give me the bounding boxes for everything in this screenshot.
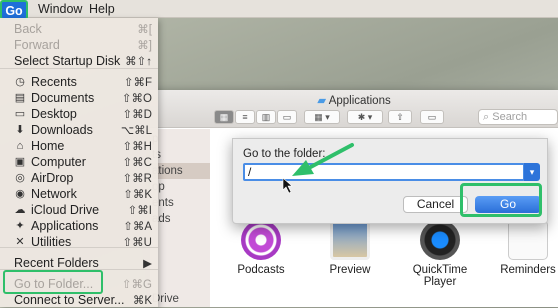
menu-item-label: Back [14,22,42,36]
go-menu-dropdown: Back ⌘[ Forward ⌘] Select Startup Disk ⌘⇧↑ ◷ Re… [0,18,158,307]
menu-item-connect-to-server[interactable]: Connect to Server... ⌘K [0,292,158,308]
menu-item-shortcut: ⌘[ [137,24,152,36]
airdrop-icon: ◎ [15,172,25,184]
menu-item-shortcut: ⇧⌘D [122,109,152,121]
go-to-folder-highlight [3,270,103,294]
menu-item-label: iCloud Drive [31,203,100,217]
menu-item-home[interactable]: ⌂ Home ⇧⌘H [0,138,158,154]
menu-item-shortcut: ⇧⌘U [122,237,152,249]
menu-item-shortcut: ⇧⌘G [121,279,152,291]
menu-item-applications[interactable]: ✦ Applications ⇧⌘A [0,218,158,234]
document-icon: ▤ [14,92,26,104]
menu-item-shortcut: ⇧⌘A [123,221,152,233]
computer-icon: ▣ [14,156,26,168]
menu-item-label: Recent Folders [14,256,99,270]
menu-item-select-startup-disk[interactable]: Select Startup Disk ⌘⇧↑ [0,53,158,69]
menu-item-recent-folders[interactable]: Recent Folders ▶ [0,255,158,271]
menu-item-label: Applications [31,219,99,233]
menu-item-shortcut: ▶ [143,258,152,270]
menu-item-label: Utilities [31,235,72,249]
menu-item-forward[interactable]: Forward ⌘] [0,37,158,53]
menu-item-computer[interactable]: ▣ Computer ⇧⌘C [0,154,158,170]
menu-item-shortcut: ⌘⇧↑ [125,56,152,68]
home-icon: ⌂ [16,140,24,152]
menu-item-shortcut: ⇧⌘R [122,173,152,185]
menu-item-label: AirDrop [31,171,74,185]
menu-item-label: Network [31,187,77,201]
menu-item-shortcut: ⇧⌘F [123,77,152,89]
download-icon: ⬇ [15,124,25,136]
menu-item-label: Computer [31,155,86,169]
cursor-icon [282,177,293,194]
menu-item-shortcut: ⇧⌘K [123,189,152,201]
menu-item-airdrop[interactable]: ◎ AirDrop ⇧⌘R [0,170,158,186]
menu-item-shortcut: ⇧⌘O [121,93,152,105]
menu-item-recents[interactable]: ◷ Recents ⇧⌘F [0,74,158,90]
menu-item-shortcut: ⌥⌘L [120,125,152,137]
menu-item-desktop[interactable]: ▭ Desktop ⇧⌘D [0,106,158,122]
utilities-icon: ✕ [15,236,25,248]
menu-item-label: Documents [31,91,95,105]
menu-item-shortcut: ⌘K [132,295,152,307]
menu-item-shortcut: ⇧⌘I [127,205,152,217]
menu-item-label: Recents [31,75,77,89]
menu-item-label: Downloads [31,123,93,137]
menu-item-downloads[interactable]: ⬇ Downloads ⌥⌘L [0,122,158,138]
menu-item-shortcut: ⌘] [137,40,152,52]
desktop-icon: ▭ [14,108,26,120]
menu-item-network[interactable]: ◉ Network ⇧⌘K [0,186,158,202]
menu-item-shortcut: ⇧⌘C [122,157,152,169]
menu-item-documents[interactable]: ▤ Documents ⇧⌘O [0,90,158,106]
applications-icon: ✦ [15,220,25,232]
clock-icon: ◷ [15,76,25,88]
network-icon: ◉ [15,188,25,200]
menu-item-label: Forward [14,38,60,52]
menu-item-back[interactable]: Back ⌘[ [0,21,158,37]
cloud-icon: ☁ [14,204,26,216]
menu-item-label: Home [31,139,65,153]
menu-item-icloud-drive[interactable]: ☁ iCloud Drive ⇧⌘I [0,202,158,218]
menu-item-utilities[interactable]: ✕ Utilities ⇧⌘U [0,234,158,250]
menu-item-label: Desktop [31,107,77,121]
menu-item-label: Select Startup Disk [14,54,121,68]
menu-item-label: Connect to Server... [14,293,125,307]
menu-item-shortcut: ⇧⌘H [122,141,152,153]
